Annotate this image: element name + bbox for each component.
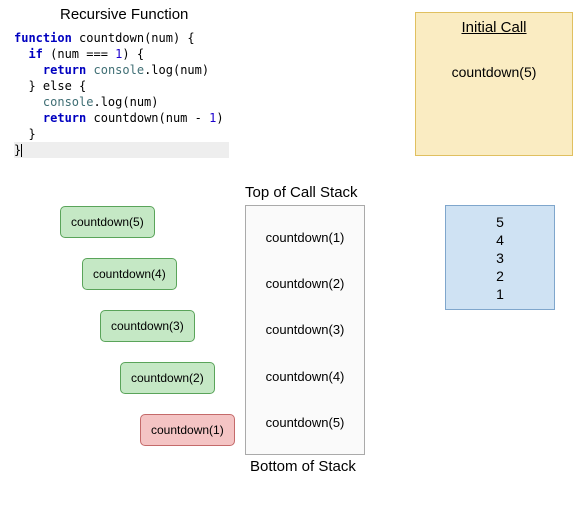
code-text: .log(num) [93, 95, 158, 109]
keyword-if: if [28, 47, 42, 61]
code-text: (num) { [144, 31, 195, 45]
cursor-icon [21, 144, 22, 157]
initial-call-title: Initial Call [416, 19, 572, 36]
recursive-function-title: Recursive Function [60, 6, 188, 23]
stack-frame: countdown(1) [266, 230, 345, 245]
code-text: ) { [122, 47, 144, 61]
recursive-call-pill: countdown(3) [100, 310, 195, 342]
code-text: } [14, 143, 21, 157]
keyword-function: function [14, 31, 72, 45]
stack-frame: countdown(2) [266, 276, 345, 291]
top-of-stack-label: Top of Call Stack [245, 184, 358, 201]
console-obj: console [43, 95, 94, 109]
keyword-return: return [43, 63, 86, 77]
initial-call-box: Initial Call countdown(5) [415, 12, 573, 156]
recursive-call-pill: countdown(2) [120, 362, 215, 394]
recursive-call-pill: countdown(5) [60, 206, 155, 238]
stack-frame: countdown(4) [266, 369, 345, 384]
stack-frame: countdown(5) [266, 415, 345, 430]
stack-frame: countdown(3) [266, 322, 345, 337]
code-block: function countdown(num) { if (num === 1)… [14, 30, 234, 158]
code-text: .log(num) [144, 63, 209, 77]
call-stack-box: countdown(1) countdown(2) countdown(3) coun… [245, 205, 365, 455]
code-text: (num === [43, 47, 115, 61]
bottom-of-stack-label: Bottom of Stack [250, 458, 356, 475]
output-line: 3 [496, 249, 504, 267]
output-line: 4 [496, 231, 504, 249]
code-text: ) [216, 111, 223, 125]
console-obj: console [94, 63, 145, 77]
code-text: } else { [28, 79, 86, 93]
output-line: 2 [496, 267, 504, 285]
recursive-call-pill: countdown(4) [82, 258, 177, 290]
output-line: 5 [496, 213, 504, 231]
recursive-call-pill: countdown(1) [140, 414, 235, 446]
output-line: 1 [496, 285, 504, 303]
code-text: } [14, 127, 36, 141]
output-box: 54321 [445, 205, 555, 310]
code-text: countdown(num - [86, 111, 209, 125]
function-name: countdown [79, 31, 144, 45]
keyword-return: return [43, 111, 86, 125]
code-last-line: } [14, 142, 229, 158]
initial-call-value: countdown(5) [416, 64, 572, 80]
